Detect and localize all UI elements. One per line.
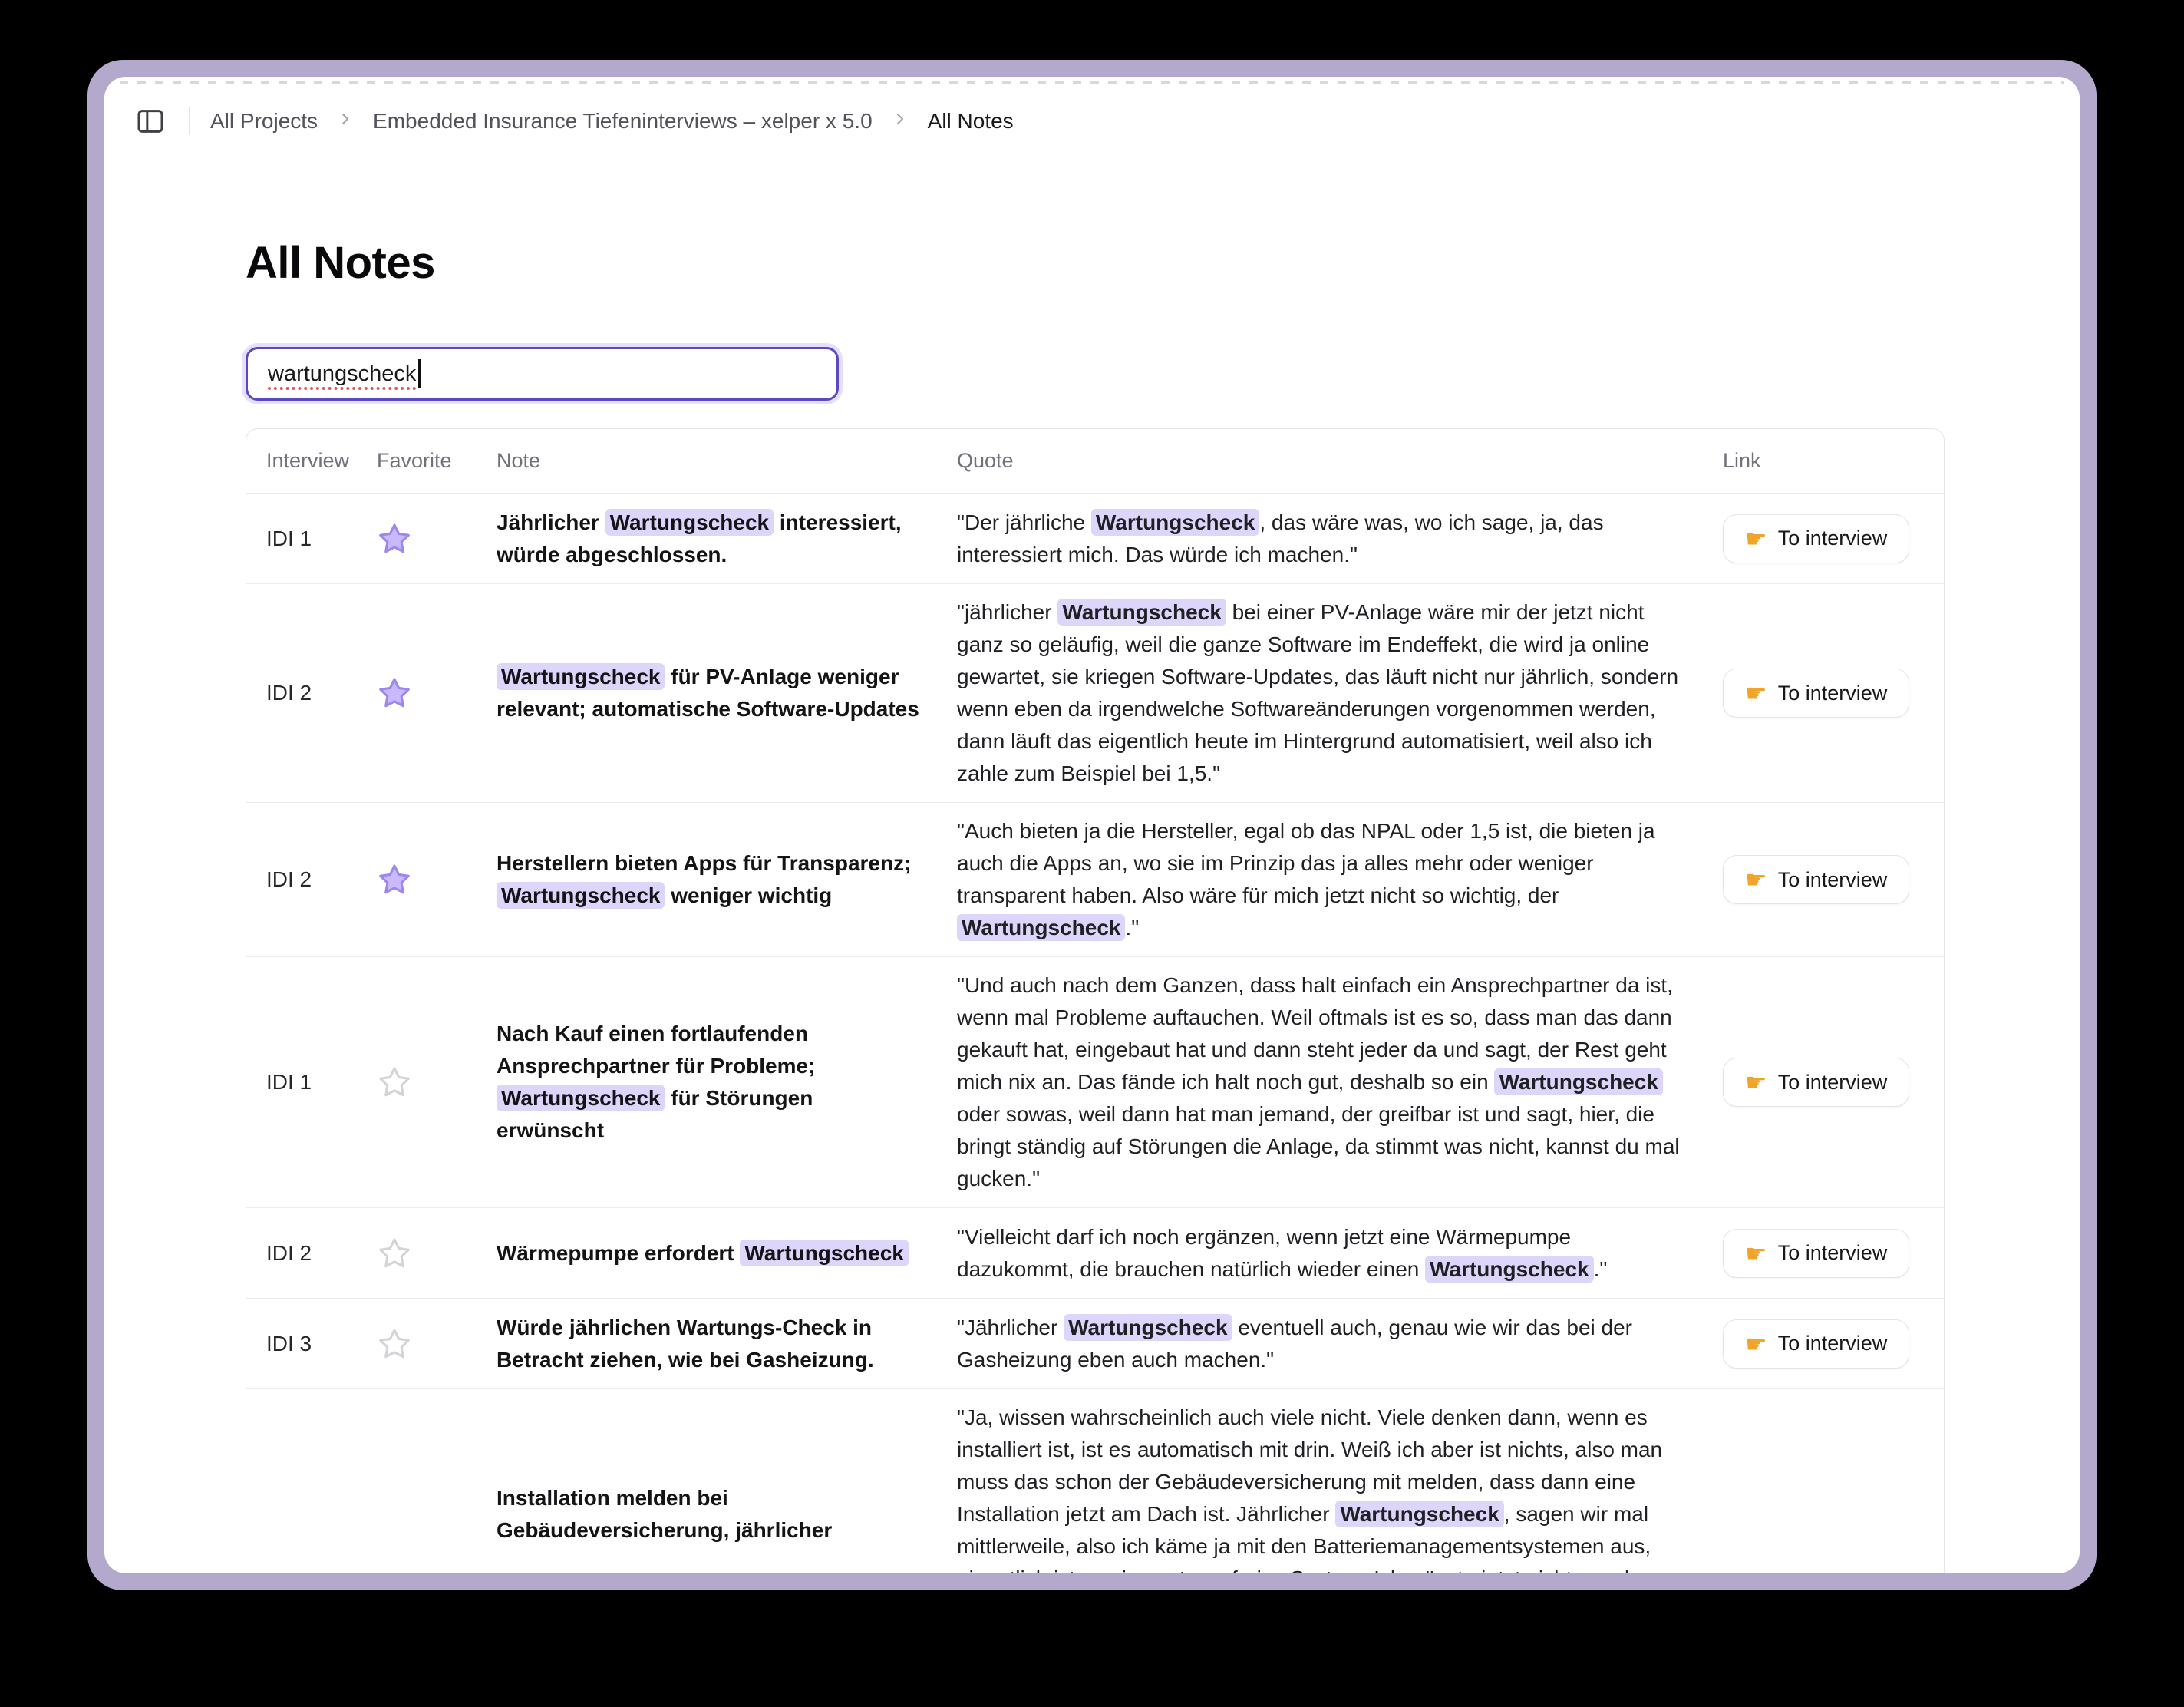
to-interview-button-label: To interview — [1778, 868, 1888, 892]
to-interview-button[interactable]: ☛ To interview — [1723, 1058, 1909, 1107]
quote-cell: "Und auch nach dem Ganzen, dass halt ein… — [945, 969, 1712, 1195]
interview-label: IDI 2 — [266, 867, 312, 892]
note-cell: Würde jährlichen Wartungs-Check in Betra… — [492, 1312, 945, 1376]
note-cell: Wartungscheck für PV-Anlage weniger rele… — [492, 661, 945, 725]
notes-table: Interview Favorite Note Quote Link IDI 1… — [246, 428, 1945, 1573]
interview-label: IDI 1 — [266, 527, 312, 551]
panel-left-icon — [135, 106, 166, 137]
table-row: IDI 2 Wärmepumpe erfordert Wartungscheck… — [246, 1207, 1944, 1298]
to-interview-button[interactable]: ☛ To interview — [1723, 1319, 1909, 1369]
pointing-hand-icon: ☛ — [1745, 1332, 1767, 1356]
table-row: IDI 2 Herstellern bieten Apps für Transp… — [246, 802, 1944, 956]
column-header-interview: Interview — [246, 449, 361, 473]
note-cell: Nach Kauf einen fortlaufenden Ansprechpa… — [492, 1018, 945, 1147]
note-cell: Herstellern bieten Apps für Transparenz;… — [492, 847, 945, 912]
to-interview-button-label: To interview — [1778, 1241, 1888, 1265]
to-interview-button-label: To interview — [1778, 527, 1888, 550]
table-row: IDI 2 Wartungscheck für PV-Anlage wenige… — [246, 583, 1944, 802]
favorite-star-icon[interactable] — [377, 1236, 412, 1271]
interview-label: IDI 2 — [266, 681, 312, 705]
to-interview-button-label: To interview — [1778, 1332, 1888, 1355]
desktop-background: All Projects Embedded Insurance Tiefenin… — [0, 0, 2184, 1707]
app-window-content: All Projects Embedded Insurance Tiefenin… — [104, 77, 2080, 1573]
pointing-hand-icon: ☛ — [1745, 867, 1767, 892]
favorite-star-icon[interactable] — [377, 862, 412, 897]
favorite-star-icon[interactable] — [377, 1065, 412, 1100]
breadcrumb-item-all-projects[interactable]: All Projects — [210, 109, 318, 134]
app-window: All Projects Embedded Insurance Tiefenin… — [87, 60, 2097, 1590]
quote-cell: "Jährlicher Wartungscheck eventuell auch… — [945, 1312, 1712, 1376]
search-input[interactable]: wartungscheck — [246, 347, 839, 401]
column-header-favorite: Favorite — [361, 449, 492, 473]
interview-label: IDI 1 — [266, 1070, 312, 1095]
breadcrumb-item-current: All Notes — [928, 109, 1014, 134]
column-header-link: Link — [1712, 449, 1944, 473]
pointing-hand-icon: ☛ — [1745, 1241, 1767, 1266]
note-cell: Wärmepumpe erfordert Wartungscheck — [492, 1237, 945, 1270]
table-row: IDI 3 Würde jährlichen Wartungs-Check in… — [246, 1298, 1944, 1388]
favorite-star-icon[interactable] — [377, 521, 412, 556]
quote-cell: "Der jährliche Wartungscheck, das wäre w… — [945, 507, 1712, 571]
header-divider — [189, 107, 190, 135]
to-interview-button-label: To interview — [1778, 682, 1888, 705]
search-input-value: wartungscheck — [268, 362, 416, 387]
favorite-star-icon[interactable] — [377, 675, 412, 711]
pointing-hand-icon: ☛ — [1745, 681, 1767, 705]
quote-cell: "jährlicher Wartungscheck bei einer PV-A… — [945, 596, 1712, 790]
to-interview-button[interactable]: ☛ To interview — [1723, 1229, 1909, 1278]
text-caret — [418, 359, 421, 388]
quote-cell: "Ja, wissen wahrscheinlich auch viele ni… — [945, 1402, 1712, 1573]
table-body: IDI 1 Jährlicher Wartungscheck interessi… — [246, 493, 1944, 1573]
chevron-right-icon — [891, 109, 909, 134]
note-cell: Jährlicher Wartungscheck interessiert, w… — [492, 507, 945, 571]
note-cell: Installation melden bei Gebäudeversicher… — [492, 1482, 945, 1547]
breadcrumb-item-project[interactable]: Embedded Insurance Tiefeninterviews – xe… — [373, 109, 873, 134]
dashed-top-border — [120, 81, 2064, 84]
interview-label: IDI 2 — [266, 1241, 312, 1266]
to-interview-button[interactable]: ☛ To interview — [1723, 514, 1909, 563]
interview-label: IDI 3 — [266, 1332, 312, 1356]
to-interview-button-label: To interview — [1778, 1071, 1888, 1095]
header-bar: All Projects Embedded Insurance Tiefenin… — [104, 77, 2080, 163]
chevron-right-icon — [336, 109, 355, 134]
table-row: IDI 1 Nach Kauf einen fortlaufenden Ansp… — [246, 956, 1944, 1207]
quote-cell: "Auch bieten ja die Hersteller, egal ob … — [945, 815, 1712, 944]
pointing-hand-icon: ☛ — [1745, 1070, 1767, 1095]
table-header-row: Interview Favorite Note Quote Link — [246, 429, 1944, 493]
to-interview-button[interactable]: ☛ To interview — [1723, 669, 1909, 718]
main-content: All Notes wartungscheck Interview Favori… — [104, 163, 2080, 1573]
column-header-note: Note — [492, 449, 945, 473]
to-interview-button[interactable]: ☛ To interview — [1723, 855, 1909, 904]
page-title: All Notes — [246, 237, 1945, 289]
table-row: Installation melden bei Gebäudeversicher… — [246, 1388, 1944, 1573]
breadcrumb: All Projects Embedded Insurance Tiefenin… — [210, 109, 1014, 134]
quote-cell: "Vielleicht darf ich noch ergänzen, wenn… — [945, 1221, 1712, 1286]
table-row: IDI 1 Jährlicher Wartungscheck interessi… — [246, 493, 1944, 583]
sidebar-toggle-button[interactable] — [132, 103, 169, 140]
favorite-star-icon[interactable] — [377, 1326, 412, 1362]
pointing-hand-icon: ☛ — [1745, 527, 1767, 551]
column-header-quote: Quote — [945, 449, 1712, 473]
